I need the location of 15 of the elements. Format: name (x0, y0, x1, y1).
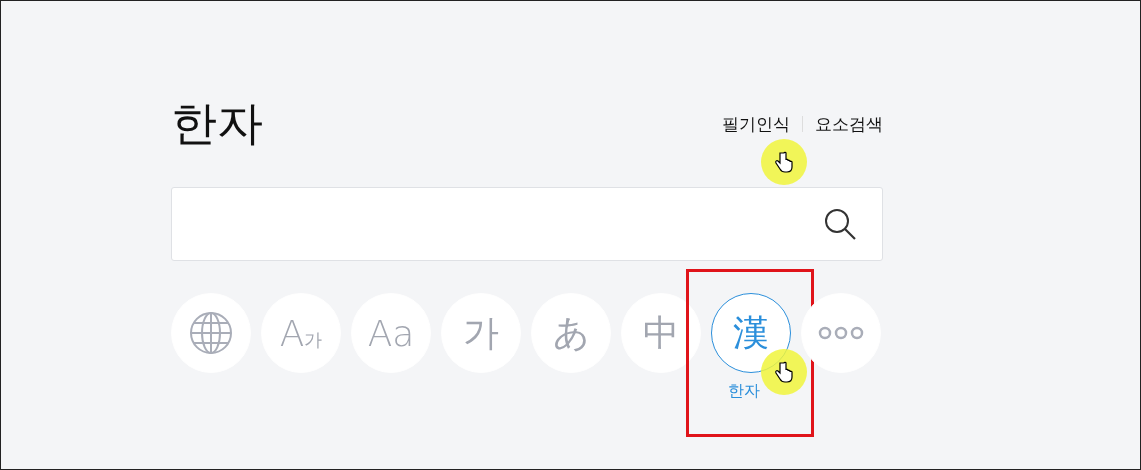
input-mode-button[interactable]: あ (531, 293, 611, 373)
header-link[interactable]: 필기인식 (722, 112, 790, 136)
globe-icon (188, 310, 234, 356)
input-mode-button[interactable]: 漢 (711, 293, 791, 373)
header-link[interactable]: 요소검색 (815, 112, 883, 136)
input-mode-button[interactable]: Aa (351, 293, 431, 373)
more-icon (817, 326, 865, 340)
search-field[interactable] (171, 187, 883, 261)
input-mode-button[interactable]: 가 (441, 293, 521, 373)
input-mode-label: 한자 (728, 381, 760, 402)
search-icon[interactable] (822, 206, 858, 242)
input-mode-button[interactable]: 中 (621, 293, 701, 373)
cursor-highlight-icon (761, 349, 807, 395)
cursor-highlight-icon (761, 139, 807, 185)
page-title: 한자 (171, 95, 263, 152)
